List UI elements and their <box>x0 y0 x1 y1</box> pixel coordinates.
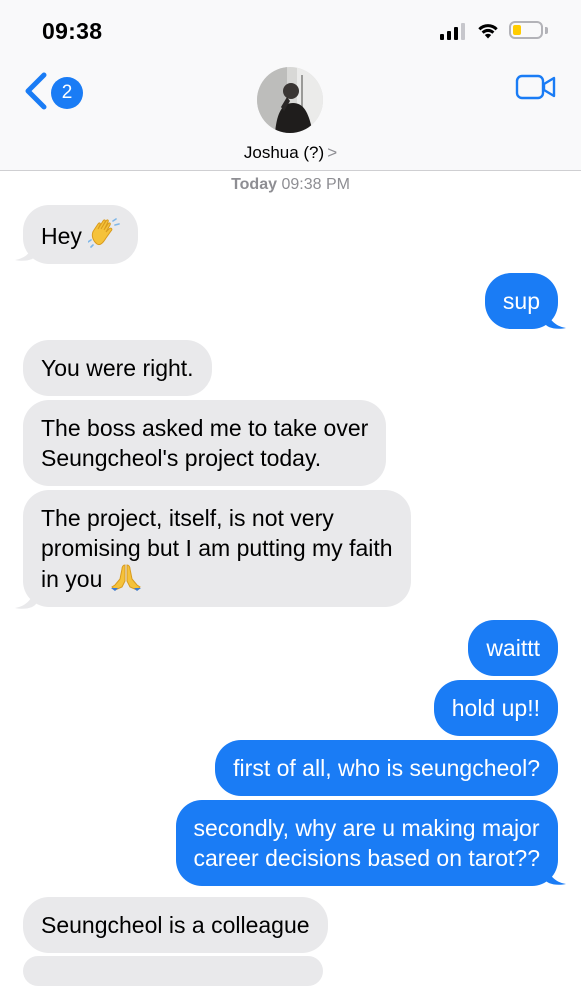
message-line: The project, itself, is not very <box>41 505 334 531</box>
contact-avatar[interactable] <box>257 67 323 133</box>
bubble-tail <box>544 864 566 885</box>
wifi-icon <box>478 24 498 39</box>
conversation-header: 09:38 2 Joshua (?) > <box>0 0 581 171</box>
message-line: in you <box>41 566 103 592</box>
contact-name-text: Joshua (?) <box>243 143 325 162</box>
message-text: You were right. <box>41 355 194 381</box>
message-text: Hey <box>41 223 82 249</box>
battery-level <box>513 25 521 35</box>
timestamp-day: Today <box>231 176 277 193</box>
message-text: hold up!! <box>451 695 540 721</box>
incoming-message[interactable]: Seungcheol is a colleague <box>23 897 328 953</box>
message-text: Seungcheol is a colleague <box>41 912 310 938</box>
folded-hands-icon <box>110 564 141 591</box>
cellular-signal-icon <box>440 22 468 40</box>
incoming-message[interactable]: The project, itself, is not very promisi… <box>23 490 411 607</box>
message-text: first of all, who is seungcheol? <box>233 755 540 781</box>
bubble-tail <box>15 240 37 261</box>
bubble-tail <box>15 588 37 609</box>
message-text: waittt <box>486 635 540 661</box>
status-time: 09:38 <box>42 18 103 44</box>
message-line: promising but I am putting my faith <box>41 535 393 561</box>
message-line: Seungcheol's project today. <box>41 445 322 471</box>
battery-icon <box>509 21 543 39</box>
waving-hand-icon <box>88 218 121 248</box>
incoming-message[interactable]: The boss asked me to take over Seungcheo… <box>23 400 387 486</box>
chevron-right-icon: > <box>327 143 338 162</box>
message-line: career decisions based on tarot?? <box>193 845 541 871</box>
contact-name[interactable]: Joshua (?) > <box>0 143 581 163</box>
outgoing-message[interactable]: secondly, why are u making major career … <box>175 800 558 886</box>
incoming-message[interactable]: You were right. <box>23 340 212 396</box>
timestamp-time: 09:38 PM <box>281 176 350 193</box>
unread-count-badge[interactable]: 2 <box>51 77 83 109</box>
message-text: sup <box>502 288 540 314</box>
bubble-tail <box>544 308 566 329</box>
battery-terminal <box>545 27 548 34</box>
message-line: secondly, why are u making major <box>193 815 540 841</box>
outgoing-message[interactable]: waittt <box>468 620 558 676</box>
incoming-message[interactable]: Hey <box>23 205 139 264</box>
back-chevron-icon[interactable] <box>22 71 52 111</box>
conversation-timestamp: Today 09:38 PM <box>0 176 581 194</box>
outgoing-message[interactable]: hold up!! <box>433 680 558 736</box>
outgoing-message[interactable]: first of all, who is seungcheol? <box>215 740 558 796</box>
video-call-icon[interactable] <box>515 73 557 101</box>
incoming-message-partial[interactable] <box>23 956 323 986</box>
message-line: The boss asked me to take over <box>41 415 369 441</box>
